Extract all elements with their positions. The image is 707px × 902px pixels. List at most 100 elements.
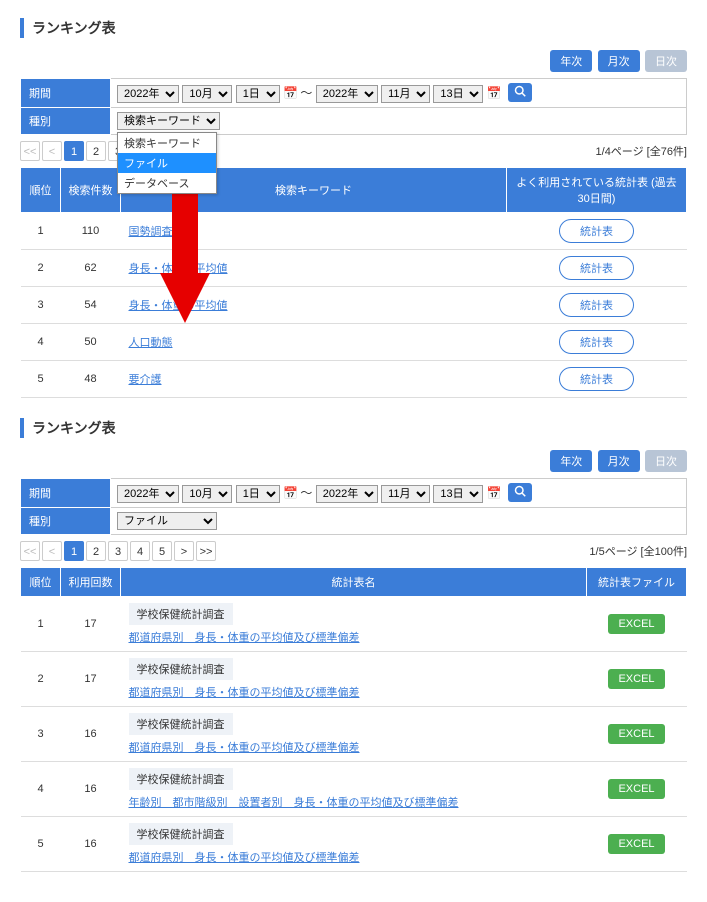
- type-select[interactable]: ファイル: [117, 512, 217, 530]
- pager-last[interactable]: >>: [196, 541, 216, 561]
- cell-stat-btn: 統計表: [507, 361, 687, 398]
- pager-prev[interactable]: <: [42, 541, 62, 561]
- type-controls: ファイル: [111, 508, 687, 535]
- calendar-icon[interactable]: 📅: [487, 486, 501, 500]
- th-count: 検索件数: [61, 168, 121, 213]
- cell-stat-btn: 統計表: [507, 324, 687, 361]
- calendar-icon[interactable]: 📅: [283, 86, 297, 100]
- excel-button[interactable]: EXCEL: [608, 669, 664, 689]
- pager: << < 1 2 3 4 5 > >>: [20, 541, 216, 561]
- type-controls: 検索キーワード 検索キーワード ファイル データベース: [111, 108, 687, 135]
- search-button[interactable]: [508, 483, 532, 502]
- cell-rank: 5: [21, 361, 61, 398]
- tilde: ～: [300, 86, 312, 100]
- day-to-select[interactable]: 13日: [433, 85, 483, 103]
- table-row: 450人口動態統計表: [21, 324, 687, 361]
- survey-name-badge: 学校保健統計調査: [129, 713, 233, 735]
- year-to-select[interactable]: 2022年: [316, 85, 378, 103]
- day-from-select[interactable]: 1日: [236, 485, 280, 503]
- cell-rank: 2: [21, 652, 61, 707]
- pager-page-5[interactable]: 5: [152, 541, 172, 561]
- type-select[interactable]: 検索キーワード: [117, 112, 220, 130]
- filter-table: 期間 2022年 10月 1日 📅 ～ 2022年 11月 13日 📅 種別 検…: [20, 78, 687, 135]
- cell-stat-btn: 統計表: [507, 250, 687, 287]
- dropdown-option-keyword[interactable]: 検索キーワード: [118, 133, 216, 153]
- cell-file-btn: EXCEL: [587, 817, 687, 872]
- survey-name-badge: 学校保健統計調査: [129, 658, 233, 680]
- stat-table-button[interactable]: 統計表: [559, 293, 634, 317]
- calendar-icon[interactable]: 📅: [283, 486, 297, 500]
- stat-table-button[interactable]: 統計表: [559, 219, 634, 243]
- month-to-select[interactable]: 11月: [381, 85, 430, 103]
- cell-count: 62: [61, 250, 121, 287]
- day-from-select[interactable]: 1日: [236, 85, 280, 103]
- period-controls: 2022年 10月 1日 📅 ～ 2022年 11月 13日 📅: [111, 79, 687, 108]
- keyword-link[interactable]: 国勢調査: [129, 226, 173, 238]
- cell-file-btn: EXCEL: [587, 762, 687, 817]
- pager-page-3[interactable]: 3: [108, 541, 128, 561]
- period-label: 期間: [21, 79, 111, 108]
- cell-stat-btn: 統計表: [507, 213, 687, 250]
- table-name-link[interactable]: 都道府県別 身長・体重の平均値及び標準偏差: [129, 632, 360, 644]
- excel-button[interactable]: EXCEL: [608, 724, 664, 744]
- year-from-select[interactable]: 2022年: [117, 85, 179, 103]
- th-used: よく利用されている統計表 (過去30日間): [507, 168, 687, 213]
- pager-page-1[interactable]: 1: [64, 141, 84, 161]
- pager-page-1[interactable]: 1: [64, 541, 84, 561]
- tab-monthly[interactable]: 月次: [598, 50, 640, 72]
- excel-button[interactable]: EXCEL: [608, 834, 664, 854]
- table-name-link[interactable]: 都道府県別 身長・体重の平均値及び標準偏差: [129, 852, 360, 864]
- cell-count: 110: [61, 213, 121, 250]
- year-from-select[interactable]: 2022年: [117, 485, 179, 503]
- pager-page-2[interactable]: 2: [86, 141, 106, 161]
- keyword-link[interactable]: 人口動態: [129, 337, 173, 349]
- excel-button[interactable]: EXCEL: [608, 779, 664, 799]
- page-info: 1/5ページ [全100件]: [589, 543, 687, 559]
- keyword-link[interactable]: 要介護: [129, 374, 162, 386]
- month-from-select[interactable]: 10月: [182, 85, 232, 103]
- table-name-link[interactable]: 都道府県別 身長・体重の平均値及び標準偏差: [129, 742, 360, 754]
- excel-button[interactable]: EXCEL: [608, 614, 664, 634]
- month-from-select[interactable]: 10月: [182, 485, 232, 503]
- cell-rank: 1: [21, 213, 61, 250]
- pager-first[interactable]: <<: [20, 541, 40, 561]
- pager-page-2[interactable]: 2: [86, 541, 106, 561]
- cell-table-name: 学校保健統計調査都道府県別 身長・体重の平均値及び標準偏差: [121, 597, 587, 652]
- th-name: 統計表名: [121, 568, 587, 597]
- calendar-icon[interactable]: 📅: [487, 86, 501, 100]
- cell-keyword: 人口動態: [121, 324, 507, 361]
- pager-prev[interactable]: <: [42, 141, 62, 161]
- keyword-link[interactable]: 身長・体重の平均値: [129, 263, 228, 275]
- search-button[interactable]: [508, 83, 532, 102]
- year-to-select[interactable]: 2022年: [316, 485, 378, 503]
- pager-first[interactable]: <<: [20, 141, 40, 161]
- keyword-link[interactable]: 身長・体重の平均値: [129, 300, 228, 312]
- cell-count: 50: [61, 324, 121, 361]
- table-row: 316学校保健統計調査都道府県別 身長・体重の平均値及び標準偏差EXCEL: [21, 707, 687, 762]
- panel-title: ランキング表: [20, 418, 687, 438]
- table-row: 548要介護統計表: [21, 361, 687, 398]
- cell-table-name: 学校保健統計調査都道府県別 身長・体重の平均値及び標準偏差: [121, 707, 587, 762]
- cell-count: 54: [61, 287, 121, 324]
- search-icon: [514, 485, 526, 497]
- tab-daily[interactable]: 日次: [645, 50, 687, 72]
- dropdown-option-file[interactable]: ファイル: [118, 153, 216, 173]
- month-to-select[interactable]: 11月: [381, 485, 430, 503]
- day-to-select[interactable]: 13日: [433, 485, 483, 503]
- tab-daily[interactable]: 日次: [645, 450, 687, 472]
- table-name-link[interactable]: 年齢別 都市階級別 設置者別 身長・体重の平均値及び標準偏差: [129, 797, 459, 809]
- cell-keyword: 国勢調査: [121, 213, 507, 250]
- stat-table-button[interactable]: 統計表: [559, 330, 634, 354]
- tab-yearly[interactable]: 年次: [550, 50, 592, 72]
- period-label: 期間: [21, 479, 111, 508]
- dropdown-option-database[interactable]: データベース: [118, 173, 216, 193]
- tab-monthly[interactable]: 月次: [598, 450, 640, 472]
- stat-table-button[interactable]: 統計表: [559, 367, 634, 391]
- tilde: ～: [300, 486, 312, 500]
- pager-page-4[interactable]: 4: [130, 541, 150, 561]
- stat-table-button[interactable]: 統計表: [559, 256, 634, 280]
- table-name-link[interactable]: 都道府県別 身長・体重の平均値及び標準偏差: [129, 687, 360, 699]
- table-row: 262身長・体重の平均値統計表: [21, 250, 687, 287]
- tab-yearly[interactable]: 年次: [550, 450, 592, 472]
- pager-next[interactable]: >: [174, 541, 194, 561]
